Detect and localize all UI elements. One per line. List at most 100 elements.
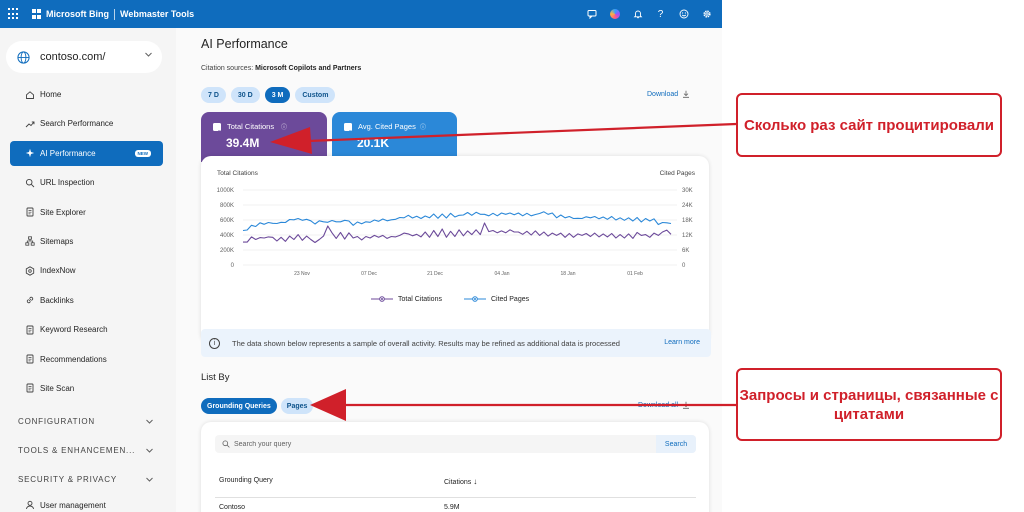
sidebar-item-site-explorer[interactable]: Site Explorer	[10, 200, 163, 225]
metric-card-avg-cited-pages[interactable]: Avg. Cited Pages ⓘ 20.1K	[332, 112, 457, 162]
legend-item-cited-pages[interactable]: Cited Pages	[463, 295, 529, 303]
globe-icon	[17, 50, 30, 64]
citation-sources: Citation sources: Microsoft Copilots and…	[201, 65, 361, 72]
gear-icon[interactable]	[695, 0, 718, 28]
x-tick-label: 23 Nov	[294, 271, 310, 277]
microsoft-logo-icon	[32, 9, 42, 19]
sparkle-icon	[25, 148, 35, 158]
sidebar-item-search-performance[interactable]: Search Performance	[10, 111, 163, 136]
brand-name[interactable]: Microsoft Bing	[46, 9, 109, 19]
group-label: CONFIGURATION	[18, 417, 95, 426]
query-search-input[interactable]	[234, 437, 644, 451]
table-cell-citations: 5.9M	[444, 504, 460, 511]
document-icon	[25, 325, 35, 335]
range-3m-button[interactable]: 3 M	[264, 87, 291, 103]
product-name[interactable]: Webmaster Tools	[120, 9, 194, 19]
notice-text: The data shown below represents a sample…	[232, 338, 620, 348]
info-icon: ⓘ	[420, 125, 427, 131]
column-header-citations[interactable]: Citations ↓	[444, 477, 477, 486]
smiley-icon[interactable]	[672, 0, 695, 28]
metric-value: 39.4M	[226, 136, 260, 150]
download-button[interactable]: Download	[647, 90, 690, 98]
chevron-down-icon	[145, 52, 152, 57]
sitemap-icon	[25, 236, 35, 247]
sidebar-item-backlinks[interactable]: Backlinks	[10, 288, 163, 313]
queries-table-card: Search Grounding Query Citations ↓ Conto…	[201, 422, 709, 512]
app-launcher-icon[interactable]	[8, 8, 20, 20]
sidebar-item-label: Search Performance	[40, 119, 114, 129]
legend-label: Total Citations	[398, 295, 442, 303]
page-title: AI Performance	[201, 37, 288, 51]
sidebar-item-user-management[interactable]: User management	[10, 494, 163, 512]
document-icon	[25, 383, 35, 393]
link-icon	[25, 295, 35, 305]
sidebar-item-label: Keyword Research	[40, 325, 108, 335]
x-tick-label: 04 Jan	[494, 271, 509, 277]
chevron-down-icon	[146, 448, 153, 453]
column-header-grounding-query[interactable]: Grounding Query	[219, 477, 273, 484]
range-7d-button[interactable]: 7 D	[201, 87, 226, 103]
citation-sources-value: Microsoft Copilots and Partners	[255, 65, 362, 72]
search-button[interactable]: Search	[656, 435, 696, 453]
x-tick-label: 21 Dec	[427, 271, 443, 277]
help-icon[interactable]: ?	[649, 0, 672, 28]
left-tick-label: 1000K	[217, 188, 234, 194]
learn-more-link[interactable]: Learn more	[664, 339, 700, 346]
sidebar-item-indexnow[interactable]: IndexNow	[10, 258, 163, 283]
annotation-callout-queries-pages: Запросы и страницы, связанные с цитатами	[736, 368, 1002, 441]
sidebar-item-home[interactable]: Home	[10, 82, 163, 107]
trend-icon	[25, 119, 35, 129]
sidebar-item-sitemaps[interactable]: Sitemaps	[10, 229, 163, 254]
sidebar-item-site-scan[interactable]: Site Scan	[10, 376, 163, 401]
copilot-icon[interactable]	[603, 0, 626, 28]
left-tick-label: 200K	[220, 248, 234, 254]
brand-divider	[114, 8, 115, 20]
sidebar-item-label: Backlinks	[40, 295, 74, 305]
sidebar-item-recommendations[interactable]: Recommendations	[10, 347, 163, 372]
range-30d-button[interactable]: 30 D	[230, 87, 260, 103]
bell-icon[interactable]	[626, 0, 649, 28]
group-label: SECURITY & PRIVACY	[18, 475, 118, 484]
sidebar-item-label: User management	[40, 500, 106, 510]
series-line-cited-pages	[242, 211, 672, 232]
sample-data-notice: i The data shown below represents a samp…	[201, 329, 711, 357]
sidebar-item-keyword-research[interactable]: Keyword Research	[10, 317, 163, 342]
right-tick-label: 12K	[682, 233, 693, 239]
table-row[interactable]: Contoso	[219, 504, 245, 511]
sidebar-item-label: Recommendations	[40, 354, 107, 364]
sidebar-item-url-inspection[interactable]: URL Inspection	[10, 170, 163, 195]
download-all-button[interactable]: Download all	[638, 401, 690, 409]
download-all-label: Download all	[638, 401, 679, 409]
site-selector[interactable]: contoso.com/	[6, 41, 162, 73]
legend-item-total-citations[interactable]: Total Citations	[371, 295, 442, 303]
list-by-heading: List By	[201, 372, 230, 383]
x-tick-label: 07 Dec	[361, 271, 377, 277]
search-icon	[222, 440, 230, 448]
main-content: AI Performance Citation sources: Microso…	[176, 28, 722, 512]
tab-pages[interactable]: Pages	[280, 398, 314, 414]
checkbox[interactable]	[344, 123, 352, 135]
sidebar-group-security[interactable]: SECURITY & PRIVACY	[18, 475, 158, 484]
chevron-down-icon	[146, 477, 153, 482]
top-bar: Microsoft Bing Webmaster Tools ?	[0, 0, 722, 28]
download-label: Download	[647, 90, 679, 98]
sidebar-group-tools[interactable]: TOOLS & ENHANCEMEN...	[18, 446, 158, 455]
checkbox[interactable]	[213, 123, 221, 135]
new-badge: NEW	[134, 149, 151, 157]
document-icon	[25, 354, 35, 364]
left-tick-label: 600K	[220, 218, 234, 224]
left-tick-label: 800K	[220, 203, 234, 209]
indexnow-icon	[25, 266, 35, 276]
chevron-down-icon	[146, 419, 153, 424]
feedback-icon[interactable]	[580, 0, 603, 28]
table-divider	[215, 497, 696, 498]
range-custom-button[interactable]: Custom	[295, 87, 336, 103]
list-by-tabs: Grounding Queries Pages	[201, 398, 314, 414]
tab-grounding-queries[interactable]: Grounding Queries	[201, 398, 277, 414]
sidebar-item-ai-performance[interactable]: AI Performance NEW	[10, 140, 163, 166]
sidebar-group-configuration[interactable]: CONFIGURATION	[18, 417, 158, 426]
metric-card-total-citations[interactable]: Total Citations ⓘ 39.4M	[201, 112, 327, 162]
metric-value: 20.1K	[357, 136, 390, 150]
sidebar-item-label: IndexNow	[40, 266, 76, 276]
sidebar-item-label: Home	[40, 90, 62, 99]
